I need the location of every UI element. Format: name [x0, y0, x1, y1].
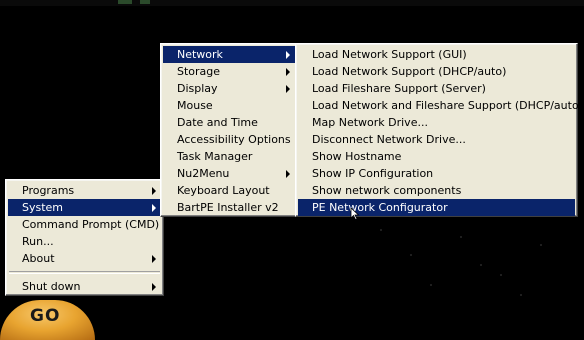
menu-item-label: Mouse — [177, 99, 213, 112]
menu-item-label: Disconnect Network Drive... — [312, 133, 466, 146]
menu-item-label: Load Fileshare Support (Server) — [312, 82, 486, 95]
network-item-disconnect-drive[interactable]: Disconnect Network Drive... — [298, 131, 575, 148]
network-item-map-drive[interactable]: Map Network Drive... — [298, 114, 575, 131]
submenu-arrow-icon — [286, 170, 290, 178]
menu-item-label: Nu2Menu — [177, 167, 230, 180]
system-item-date-time[interactable]: Date and Time — [163, 114, 295, 131]
menu-item-label: Display — [177, 82, 218, 95]
menu-item-label: Show Hostname — [312, 150, 402, 163]
menu-item-label: Map Network Drive... — [312, 116, 428, 129]
system-item-keyboard-layout[interactable]: Keyboard Layout — [163, 182, 295, 199]
submenu-arrow-icon — [286, 68, 290, 76]
top-strip — [0, 0, 584, 6]
wallpaper-detail — [118, 0, 132, 4]
menu-item-label: Task Manager — [177, 150, 253, 163]
system-item-display[interactable]: Display — [163, 80, 295, 97]
start-item-about[interactable]: About — [8, 250, 161, 267]
submenu-arrow-icon — [152, 187, 156, 195]
menu-item-label: Shut down — [22, 280, 81, 293]
menu-separator — [9, 271, 160, 274]
menu-item-label: System — [22, 201, 64, 214]
wallpaper-noise — [370, 224, 570, 304]
menu-item-label: BartPE Installer v2 — [177, 201, 279, 214]
network-submenu: Load Network Support (GUI) Load Network … — [295, 43, 583, 217]
network-item-load-network-fileshare[interactable]: Load Network and Fileshare Support (DHCP… — [298, 97, 583, 114]
network-item-show-ip-config[interactable]: Show IP Configuration — [298, 165, 575, 182]
go-button-label: GO — [30, 306, 61, 326]
network-item-load-fileshare[interactable]: Load Fileshare Support (Server) — [298, 80, 575, 97]
menu-item-label: Network — [177, 48, 223, 61]
menu-item-label: PE Network Configurator — [312, 201, 448, 214]
menu-item-label: Show network components — [312, 184, 462, 197]
network-item-load-dhcp[interactable]: Load Network Support (DHCP/auto) — [298, 63, 575, 80]
submenu-arrow-icon — [152, 204, 156, 212]
menu-item-label: Load Network and Fileshare Support (DHCP… — [312, 99, 583, 112]
menu-item-label: Load Network Support (DHCP/auto) — [312, 65, 507, 78]
menu-item-label: Accessibility Options — [177, 133, 291, 146]
start-item-command-prompt[interactable]: Command Prompt (CMD) — [8, 216, 161, 233]
submenu-arrow-icon — [152, 255, 156, 263]
wallpaper-detail — [140, 0, 150, 4]
system-item-bartpe-installer[interactable]: BartPE Installer v2 — [163, 199, 295, 216]
start-item-system[interactable]: System — [8, 199, 161, 216]
menu-item-label: Programs — [22, 184, 75, 197]
system-item-accessibility[interactable]: Accessibility Options — [163, 131, 295, 148]
submenu-arrow-icon — [286, 85, 290, 93]
start-item-run[interactable]: Run... — [8, 233, 161, 250]
system-item-task-manager[interactable]: Task Manager — [163, 148, 295, 165]
submenu-arrow-icon — [152, 283, 156, 291]
menu-item-label: Run... — [22, 235, 54, 248]
submenu-arrow-icon — [286, 51, 290, 59]
system-item-mouse[interactable]: Mouse — [163, 97, 295, 114]
menu-item-label: Keyboard Layout — [177, 184, 270, 197]
system-item-storage[interactable]: Storage — [163, 63, 295, 80]
system-item-network[interactable]: Network — [163, 46, 295, 63]
menu-item-label: Date and Time — [177, 116, 258, 129]
menu-item-label: About — [22, 252, 55, 265]
start-menu: Programs System Command Prompt (CMD) Run… — [5, 179, 164, 296]
start-item-programs[interactable]: Programs — [8, 182, 161, 199]
menu-item-label: Load Network Support (GUI) — [312, 48, 467, 61]
start-item-shut-down[interactable]: Shut down — [8, 278, 161, 295]
network-item-load-gui[interactable]: Load Network Support (GUI) — [298, 46, 575, 63]
network-item-pe-configurator[interactable]: PE Network Configurator — [298, 199, 575, 216]
mouse-cursor-icon — [350, 208, 360, 220]
menu-item-label: Command Prompt (CMD) — [22, 218, 160, 231]
system-item-nu2menu[interactable]: Nu2Menu — [163, 165, 295, 182]
network-item-show-components[interactable]: Show network components — [298, 182, 575, 199]
system-submenu: Network Storage Display Mouse Date and T… — [160, 43, 298, 217]
menu-item-label: Storage — [177, 65, 221, 78]
network-item-show-hostname[interactable]: Show Hostname — [298, 148, 575, 165]
menu-item-label: Show IP Configuration — [312, 167, 434, 180]
